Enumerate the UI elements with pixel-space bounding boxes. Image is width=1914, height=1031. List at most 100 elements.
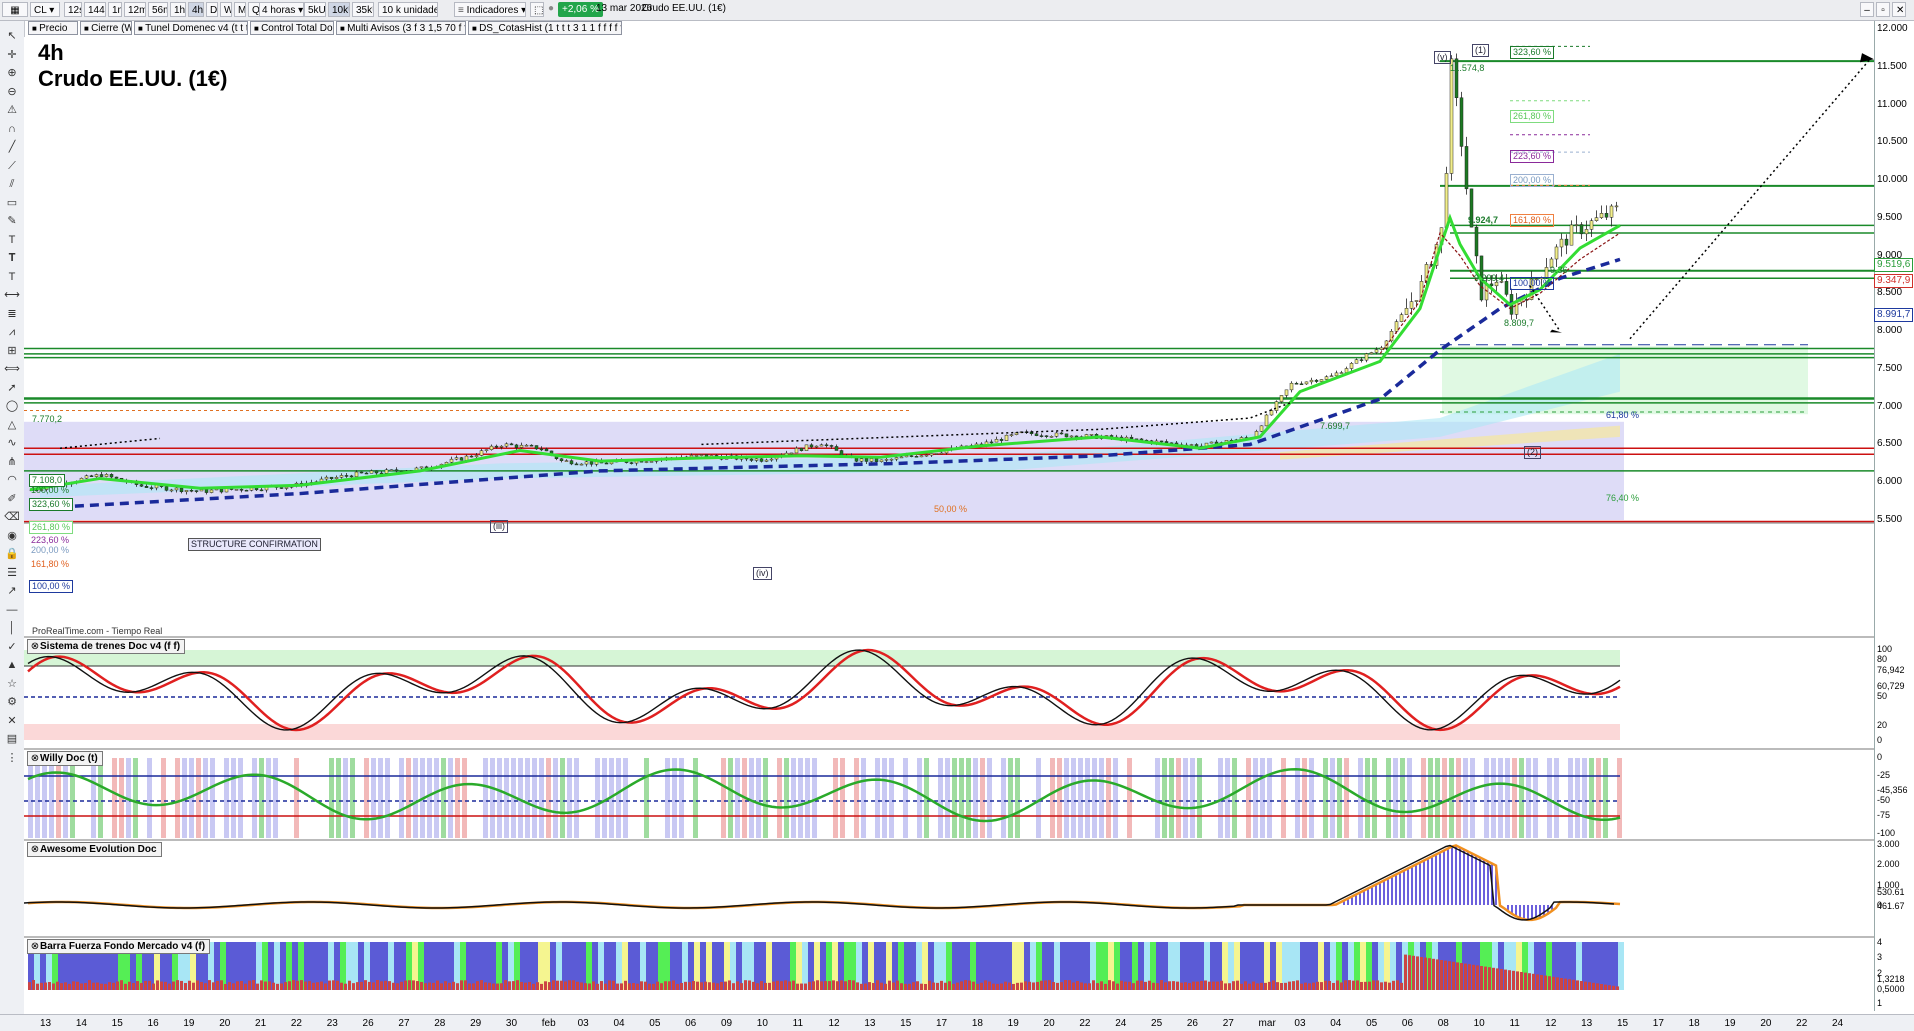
trend-icon[interactable]: ↗ xyxy=(4,584,20,598)
pane-axis-tick-willy: -100 xyxy=(1877,828,1896,838)
pane-title-barra[interactable]: ⊗Barra Fuerza Fondo Mercado v4 (f) xyxy=(27,939,211,954)
stack-icon[interactable]: ▤ xyxy=(4,732,20,746)
maximize-button[interactable]: ▫ xyxy=(1876,2,1890,17)
vline-icon[interactable]: │ xyxy=(4,621,20,635)
rectangle-icon[interactable]: ▭ xyxy=(4,196,20,210)
eye-icon[interactable]: ◉ xyxy=(4,529,20,543)
price-tick: 10.000 xyxy=(1877,174,1908,186)
delete-icon[interactable]: ✕ xyxy=(4,714,20,728)
date-tick: 24 xyxy=(1832,1018,1844,1029)
timeframe-button-M[interactable]: M xyxy=(234,2,246,17)
measure-icon[interactable]: ⟺ xyxy=(4,362,20,376)
date-tick: 27 xyxy=(398,1018,410,1029)
left-box-323: 323,60 % xyxy=(29,498,74,511)
pane-axis-tick-willy: -50 xyxy=(1877,795,1891,805)
price-tick: 8.000 xyxy=(1877,325,1903,337)
units-select[interactable]: 10 k unidades ▾ xyxy=(378,2,438,17)
check-icon[interactable]: ✓ xyxy=(4,640,20,654)
timeframe-button-4h[interactable]: 4h xyxy=(188,2,204,17)
lock-icon[interactable]: 🔒 xyxy=(4,547,20,561)
text-bold-icon[interactable]: 𝐓 xyxy=(4,251,20,265)
price-tick: 12.000 xyxy=(1877,23,1908,34)
pencil-icon[interactable]: ✎ xyxy=(4,214,20,228)
layout-grid-icon[interactable]: ▦ xyxy=(2,2,28,17)
channel-icon[interactable]: ⫽ xyxy=(4,177,20,191)
zoom-in-icon[interactable]: ⊕ xyxy=(4,66,20,80)
symbol-select[interactable]: CL ▾ xyxy=(30,2,60,17)
pane-axis-tick-awesome: 3.000 xyxy=(1877,839,1900,849)
fib-50-label: 50,00 % xyxy=(934,504,968,514)
triangle-icon[interactable]: △ xyxy=(4,418,20,432)
zoom-out-icon[interactable]: ⊖ xyxy=(4,85,20,99)
indicator-tab-label: Multi Avisos (3 f 3 1,5 70 f f) xyxy=(347,23,466,34)
line-icon[interactable]: ╱ xyxy=(4,140,20,154)
minimize-button[interactable]: – xyxy=(1860,2,1874,17)
brush-icon[interactable]: ✐ xyxy=(4,492,20,506)
indicator-tab[interactable]: ■ Tunel Domenec v4 (t t t t t) xyxy=(134,21,248,35)
pane-title-willy[interactable]: ⊗Willy Doc (t) xyxy=(27,751,103,766)
timeframe-select[interactable]: 4 horas ▾ xyxy=(258,2,304,17)
indicator-tab[interactable]: ■ Cierre (W) xyxy=(80,21,132,35)
close-pane-icon[interactable]: ⊗ xyxy=(30,940,40,953)
timeframe-button-W[interactable]: W xyxy=(220,2,232,17)
label-icon[interactable]: T xyxy=(4,270,20,284)
crosshair-icon[interactable]: ✛ xyxy=(4,48,20,62)
pane-axis-tick-willy: 0 xyxy=(1877,752,1883,762)
pane-title-awesome[interactable]: ⊗Awesome Evolution Doc xyxy=(27,842,162,857)
timeframe-button-1m[interactable]: 1m xyxy=(108,2,122,17)
ray-icon[interactable]: ⟋ xyxy=(4,159,20,173)
units-button-5kU[interactable]: 5kU xyxy=(304,2,326,17)
indicator-tab[interactable]: ■ DS_CotasHist (1 t t t 3 1 1 f f f f f … xyxy=(468,21,622,35)
magnet-icon[interactable]: ∩ xyxy=(4,122,20,136)
close-pane-icon[interactable]: ⊗ xyxy=(30,640,40,653)
thumbs-icon[interactable]: ▲ xyxy=(4,658,20,672)
text-icon[interactable]: T xyxy=(4,233,20,247)
arrow-icon[interactable]: ➚ xyxy=(4,381,20,395)
close-button[interactable]: ✕ xyxy=(1892,2,1906,17)
timeframe-button-56m[interactable]: 56m xyxy=(148,2,168,17)
cursor-icon[interactable]: ↖ xyxy=(4,29,20,43)
ruler-icon[interactable]: ⟷ xyxy=(4,288,20,302)
wave-icon[interactable]: ∿ xyxy=(4,436,20,450)
fib-fan-icon[interactable]: ⩘ xyxy=(4,325,20,339)
pane-axis-tick-trenes: 50 xyxy=(1877,691,1888,701)
units-button-35kU[interactable]: 35kU xyxy=(352,2,374,17)
layers-icon[interactable]: ☰ xyxy=(4,566,20,580)
eraser-icon[interactable]: ⌫ xyxy=(4,510,20,524)
gann-icon[interactable]: ⊞ xyxy=(4,344,20,358)
pitchfork-icon[interactable]: ⋔ xyxy=(4,455,20,469)
price-chart[interactable] xyxy=(24,37,1874,1017)
fib-icon[interactable]: ≣ xyxy=(4,307,20,321)
indicator-tab-label: Cierre (W) xyxy=(91,23,131,34)
timeframe-button-144s[interactable]: 144s xyxy=(84,2,106,17)
star-icon[interactable]: ☆ xyxy=(4,677,20,691)
date-tick: 13 xyxy=(40,1018,52,1029)
alert-icon[interactable]: ⚠ xyxy=(4,103,20,117)
indicator-tab[interactable]: ■ Control Total Doc v.6 xyxy=(250,21,334,35)
indicator-tab[interactable]: ■ Precio xyxy=(28,21,78,35)
indicator-tab[interactable]: ■ Multi Avisos (3 f 3 1,5 70 f f) xyxy=(336,21,466,35)
pane-title-willy-text: Willy Doc (t) xyxy=(40,753,98,764)
ellipse-icon[interactable]: ◯ xyxy=(4,399,20,413)
date-tick: 26 xyxy=(1186,1018,1198,1029)
price-line-icon[interactable]: — xyxy=(4,603,20,617)
close-pane-icon[interactable]: ⊗ xyxy=(30,752,40,765)
indicators-button[interactable]: ≡ Indicadores ▾ xyxy=(454,2,526,17)
settings-icon[interactable]: ⚙ xyxy=(4,695,20,709)
timeframe-button-Q[interactable]: Q xyxy=(248,2,260,17)
date-tick: 10 xyxy=(756,1018,768,1029)
price-label-7770: 7.770,2 xyxy=(32,414,63,424)
price-box-0: 9.519,6 xyxy=(1874,258,1914,272)
timeframe-button-12m[interactable]: 12m xyxy=(124,2,146,17)
close-pane-icon[interactable]: ⊗ xyxy=(30,843,40,856)
timeframe-button-12s[interactable]: 12s xyxy=(64,2,82,17)
timeframe-button-1h[interactable]: 1h xyxy=(170,2,186,17)
timeframe-button-D[interactable]: D xyxy=(206,2,218,17)
units-button-10kU[interactable]: 10kU xyxy=(328,2,350,17)
arc-icon[interactable]: ◠ xyxy=(4,473,20,487)
drawing-mode-icon[interactable]: ⬚ xyxy=(530,2,544,17)
pane-axis-tick-trenes: 76,942 xyxy=(1877,665,1905,675)
more-icon[interactable]: ⋮ xyxy=(4,751,20,765)
price-tick: 11.000 xyxy=(1877,98,1907,110)
pane-title-trenes[interactable]: ⊗Sistema de trenes Doc v4 (f f) xyxy=(27,639,186,654)
